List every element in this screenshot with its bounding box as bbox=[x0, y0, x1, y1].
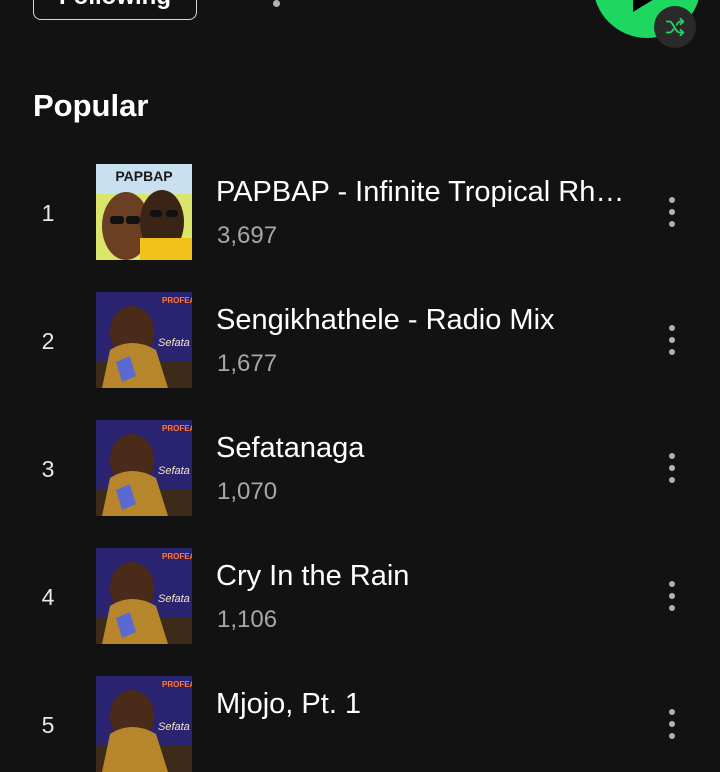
cover-signature-text: Sefata bbox=[158, 593, 190, 605]
track-more-options-icon[interactable] bbox=[660, 706, 684, 742]
track-row[interactable]: 4 Sefata PROFEAYO Cry In the Rain 1,106 bbox=[0, 548, 720, 644]
track-title: Sengikhathele - Radio Mix bbox=[216, 304, 555, 336]
cover-signature-text: Sefata bbox=[158, 721, 190, 733]
more-options-icon[interactable] bbox=[273, 0, 280, 7]
track-rank: 3 bbox=[41, 456, 55, 482]
album-cover: Sefata PROFEAYO bbox=[96, 292, 192, 388]
track-rank: 5 bbox=[41, 712, 55, 738]
track-more-options-icon[interactable] bbox=[660, 578, 684, 614]
track-title: Sefatanaga bbox=[216, 432, 365, 464]
cover-signature-text: Sefata bbox=[158, 337, 190, 349]
track-play-count: 3,697 bbox=[217, 222, 278, 249]
track-row[interactable]: 5 Sefata PROFEAYO Mjojo, Pt. 1 bbox=[0, 676, 720, 772]
album-cover: PAPBAP bbox=[96, 164, 192, 260]
track-play-count: 1,677 bbox=[217, 350, 278, 377]
track-more-options-icon[interactable] bbox=[660, 450, 684, 486]
track-more-options-icon[interactable] bbox=[660, 322, 684, 358]
album-cover: Sefata PROFEAYO bbox=[96, 420, 192, 516]
track-row[interactable]: 3 Sefata PROFEAYO Sefatanaga 1,070 bbox=[0, 420, 720, 516]
popular-section-title: Popular bbox=[33, 88, 149, 123]
cover-title-text: PROFEAYO bbox=[162, 680, 192, 689]
cover-title-text: PROFEAYO bbox=[162, 552, 192, 561]
cover-title-text: PROFEAYO bbox=[162, 424, 192, 433]
track-more-options-icon[interactable] bbox=[660, 194, 684, 230]
track-row[interactable]: 2 Sefata PROFEAYO Sengikhathele - Radio … bbox=[0, 292, 720, 388]
album-cover: Sefata PROFEAYO bbox=[96, 548, 192, 644]
artist-header-controls: Following bbox=[0, 0, 720, 70]
shuffle-button[interactable] bbox=[654, 6, 696, 48]
cover-signature-text: Sefata bbox=[158, 465, 190, 477]
album-cover: Sefata PROFEAYO bbox=[96, 676, 192, 772]
track-title: Mjojo, Pt. 1 bbox=[216, 688, 362, 720]
track-title: PAPBAP - Infinite Tropical Rhythm bbox=[216, 176, 626, 208]
shuffle-icon bbox=[665, 17, 685, 37]
track-rank: 2 bbox=[41, 328, 55, 354]
cover-title-text: PAPBAP bbox=[115, 168, 172, 184]
cover-title-text: PROFEAYO bbox=[162, 296, 192, 305]
track-play-count: 1,070 bbox=[217, 478, 278, 505]
track-rank: 4 bbox=[41, 584, 55, 610]
play-icon bbox=[633, 0, 659, 12]
track-rank: 1 bbox=[41, 200, 55, 226]
track-play-count: 1,106 bbox=[217, 606, 278, 633]
following-button[interactable]: Following bbox=[33, 0, 197, 20]
track-title: Cry In the Rain bbox=[216, 560, 410, 592]
track-row[interactable]: 1 PAPBAP PAPBAP - Infinite Tropical Rhyt… bbox=[0, 164, 720, 260]
